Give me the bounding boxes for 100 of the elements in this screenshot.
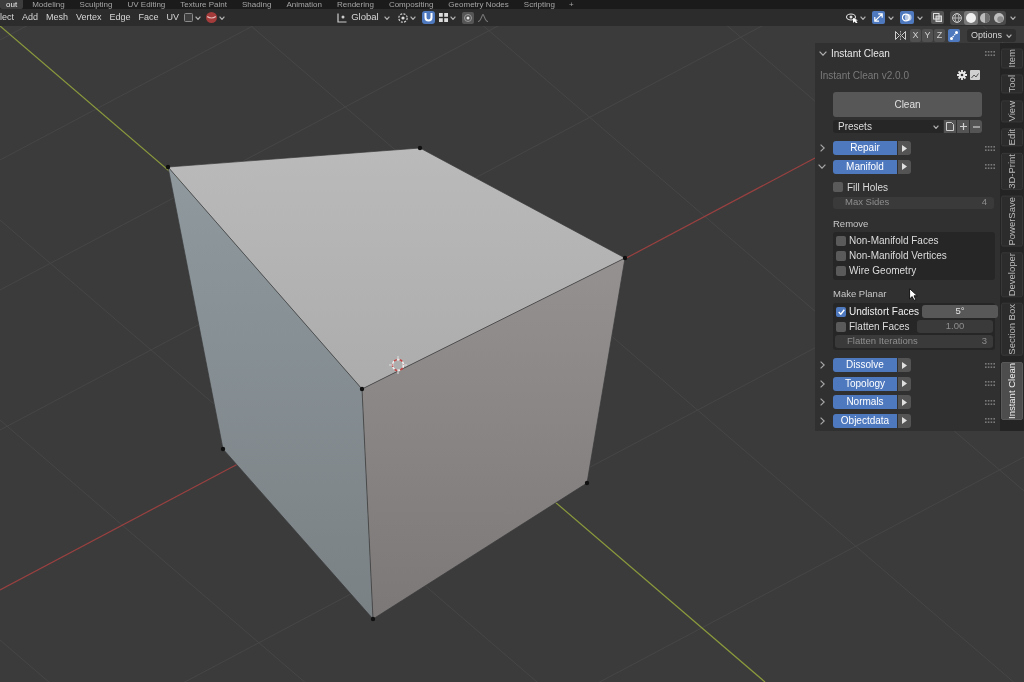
grip-icon[interactable] bbox=[985, 399, 995, 405]
number-field[interactable]: 5° bbox=[922, 305, 999, 318]
square-icon[interactable] bbox=[184, 13, 194, 22]
checkbox[interactable] bbox=[836, 250, 846, 261]
proportional-toggle[interactable] bbox=[461, 11, 474, 24]
gizmo-toggle[interactable] bbox=[872, 11, 885, 24]
section-button[interactable]: Manifold bbox=[833, 159, 897, 174]
shading-mode-button[interactable] bbox=[950, 10, 964, 25]
section-button[interactable]: Dissolve bbox=[833, 358, 897, 372]
run-button[interactable] bbox=[898, 141, 911, 155]
shading-mode-button[interactable] bbox=[992, 10, 1006, 25]
menu-item[interactable]: Vertex bbox=[76, 9, 102, 26]
chevron-right-icon[interactable] bbox=[820, 144, 825, 152]
menu-item[interactable]: lect bbox=[0, 9, 14, 26]
chevron-right-icon[interactable] bbox=[820, 416, 825, 425]
caret-icon[interactable] bbox=[383, 15, 390, 20]
option-label[interactable]: Fill Holes bbox=[847, 179, 889, 195]
sidebar-tab[interactable]: Instant Clean bbox=[1001, 362, 1023, 421]
run-button[interactable] bbox=[898, 159, 911, 174]
dot-circle-icon[interactable] bbox=[397, 12, 408, 23]
axis-toggle[interactable]: Z bbox=[933, 29, 945, 42]
caret-icon[interactable] bbox=[1006, 33, 1012, 38]
shading-mode-button[interactable] bbox=[964, 10, 978, 25]
overlays-toggle[interactable] bbox=[900, 11, 914, 24]
sidebar-tab[interactable]: Tool bbox=[1001, 74, 1023, 94]
caret-icon[interactable] bbox=[917, 15, 923, 20]
menu-item[interactable]: Edge bbox=[109, 9, 131, 26]
chevron-down-icon[interactable] bbox=[818, 164, 826, 169]
grip-icon[interactable] bbox=[985, 362, 995, 368]
caret-icon[interactable] bbox=[219, 15, 226, 20]
workspace-tab[interactable]: out bbox=[0, 0, 24, 9]
remove-preset-button[interactable] bbox=[970, 120, 982, 133]
grip-icon[interactable] bbox=[985, 50, 995, 56]
run-button[interactable] bbox=[898, 358, 911, 372]
shading-mode-button[interactable] bbox=[978, 10, 992, 25]
snap-toggle[interactable] bbox=[421, 11, 435, 24]
orientation-dropdown[interactable]: Global bbox=[337, 10, 390, 25]
option-label[interactable]: Non-Manifold Vertices bbox=[849, 248, 947, 263]
workspace-tab[interactable]: Rendering bbox=[330, 0, 380, 9]
axis-toggle[interactable]: X bbox=[909, 29, 921, 42]
mirror-icon[interactable] bbox=[894, 31, 906, 40]
menu-item[interactable]: Add bbox=[22, 9, 39, 26]
workspace-tab[interactable]: UV Editing bbox=[121, 0, 172, 9]
workspace-tab[interactable]: Modeling bbox=[26, 0, 71, 9]
workspace-tab[interactable]: Shading bbox=[236, 0, 278, 9]
eye-pointer-icon[interactable] bbox=[846, 12, 858, 23]
xray-toggle[interactable] bbox=[931, 11, 944, 24]
caret-icon[interactable] bbox=[933, 124, 939, 129]
caret-icon[interactable] bbox=[195, 15, 202, 20]
curve-icon[interactable] bbox=[477, 13, 488, 22]
menu-item[interactable]: Mesh bbox=[46, 9, 69, 26]
sidebar-tab[interactable]: PowerSave bbox=[1001, 195, 1023, 247]
sidebar-tab[interactable]: 3D-Print bbox=[1001, 152, 1023, 190]
workspace-tab[interactable]: Sculpting bbox=[73, 0, 119, 9]
panel-title[interactable]: Instant Clean bbox=[831, 45, 890, 61]
section-button[interactable]: Objectdata bbox=[833, 413, 897, 428]
workspace-tab[interactable]: Geometry Nodes bbox=[442, 0, 515, 9]
workspace-tab[interactable]: Compositing bbox=[382, 0, 440, 9]
grip-icon[interactable] bbox=[985, 418, 995, 423]
sidebar-tab[interactable]: Item bbox=[1001, 48, 1023, 69]
add-preset-button[interactable] bbox=[957, 120, 969, 133]
caret-icon[interactable] bbox=[888, 15, 894, 20]
checkbox[interactable] bbox=[836, 265, 846, 276]
caret-icon[interactable] bbox=[449, 15, 456, 20]
run-button[interactable] bbox=[898, 413, 911, 428]
grip-icon[interactable] bbox=[985, 381, 995, 386]
sidebar-tab[interactable]: View bbox=[1001, 99, 1023, 123]
mirror-option-toggle[interactable] bbox=[947, 29, 960, 42]
checkbox[interactable] bbox=[836, 306, 846, 317]
workspace-tab[interactable]: Scripting bbox=[517, 0, 561, 9]
menu-item[interactable]: UV bbox=[166, 9, 180, 26]
copy-preset-button[interactable] bbox=[944, 120, 956, 133]
workspace-tab[interactable]: Animation bbox=[280, 0, 328, 9]
options-dropdown[interactable]: Options bbox=[966, 29, 1016, 42]
grip-icon[interactable] bbox=[985, 164, 995, 169]
sidebar-tab[interactable]: Section Box bbox=[1001, 303, 1023, 357]
clean-button[interactable]: Clean bbox=[833, 92, 982, 117]
grid-icon[interactable] bbox=[438, 13, 448, 22]
grip-icon[interactable] bbox=[985, 145, 995, 151]
image-icon[interactable] bbox=[970, 70, 980, 80]
chevron-right-icon[interactable] bbox=[820, 398, 825, 406]
section-button[interactable]: Topology bbox=[833, 376, 897, 391]
sidebar-tab[interactable]: Edit bbox=[1001, 128, 1023, 147]
section-button[interactable]: Repair bbox=[833, 141, 897, 155]
run-button[interactable] bbox=[898, 395, 911, 409]
workspace-tab[interactable]: Texture Paint bbox=[174, 0, 233, 9]
chevron-right-icon[interactable] bbox=[820, 361, 825, 369]
chevron-down-icon[interactable] bbox=[819, 50, 827, 56]
axis-toggle[interactable]: Y bbox=[921, 29, 933, 42]
checkbox[interactable] bbox=[833, 182, 843, 192]
presets-dropdown[interactable]: Presets bbox=[833, 120, 943, 133]
add-workspace-button[interactable]: + bbox=[563, 0, 579, 9]
caret-icon[interactable] bbox=[860, 15, 866, 20]
option-label[interactable]: Undistort Faces bbox=[849, 304, 920, 319]
option-label[interactable]: Wire Geometry bbox=[849, 263, 917, 278]
checkbox[interactable] bbox=[836, 235, 846, 246]
sidebar-tab[interactable]: Developer bbox=[1001, 252, 1023, 298]
sphere-icon[interactable] bbox=[206, 12, 218, 23]
chevron-right-icon[interactable] bbox=[820, 379, 825, 388]
caret-icon[interactable] bbox=[409, 15, 416, 20]
